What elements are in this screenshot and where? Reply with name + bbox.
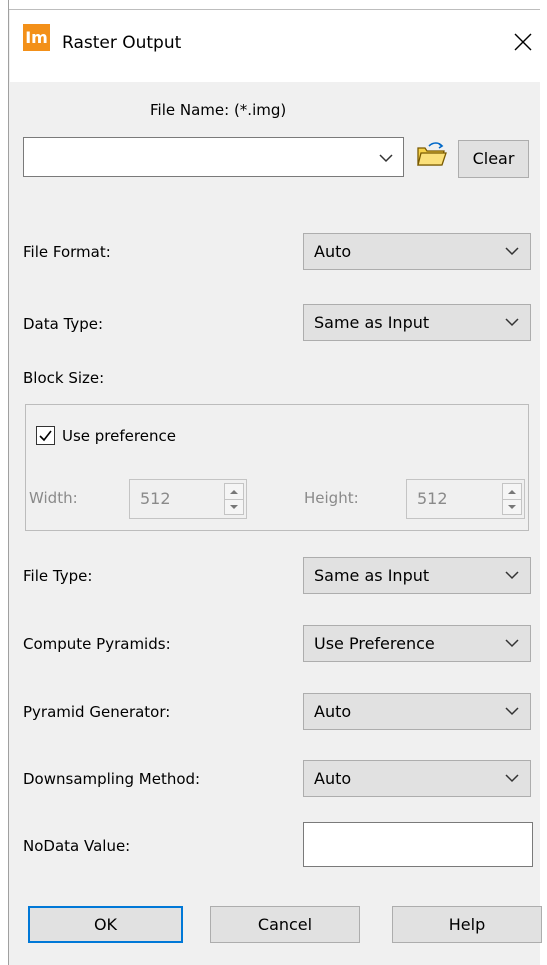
use-preference-label[interactable]: Use preference (62, 427, 176, 445)
pyramid-generator-select[interactable]: Auto (303, 693, 531, 730)
compute-pyramids-select[interactable]: Use Preference (303, 625, 531, 662)
data-type-value: Same as Input (314, 313, 430, 332)
window-title: Raster Output (62, 33, 182, 53)
downsampling-method-select[interactable]: Auto (303, 760, 531, 797)
file-type-value: Same as Input (314, 566, 430, 585)
clear-button[interactable]: Clear (458, 140, 529, 178)
file-name-label: File Name: (*.img) (150, 101, 287, 119)
compute-pyramids-value: Use Preference (314, 634, 435, 653)
spin-down-icon[interactable] (229, 504, 239, 510)
use-preference-checkbox[interactable] (36, 426, 55, 445)
file-type-label: File Type: (23, 567, 93, 585)
app-logo-icon: Im (23, 24, 50, 51)
file-format-value: Auto (314, 242, 352, 261)
compute-pyramids-label: Compute Pyramids: (23, 635, 171, 653)
height-value: 512 (417, 489, 448, 508)
spin-up-icon[interactable] (229, 489, 239, 495)
height-spinner-arrows[interactable] (502, 483, 522, 515)
nodata-value-input[interactable] (303, 822, 533, 867)
downsampling-method-label: Downsampling Method: (23, 770, 201, 788)
help-button[interactable]: Help (392, 906, 542, 943)
file-format-label: File Format: (23, 243, 111, 261)
chevron-down-icon (505, 247, 519, 256)
chevron-down-icon[interactable] (378, 153, 394, 163)
file-format-select[interactable]: Auto (303, 233, 531, 270)
window-frame-left (0, 0, 9, 965)
spin-down-icon[interactable] (507, 504, 517, 510)
nodata-value-label: NoData Value: (23, 837, 131, 855)
data-type-label: Data Type: (23, 315, 104, 333)
data-type-select[interactable]: Same as Input (303, 304, 531, 341)
file-type-select[interactable]: Same as Input (303, 557, 531, 594)
ok-button[interactable]: OK (28, 906, 183, 943)
open-folder-icon[interactable] (415, 141, 448, 169)
pyramid-generator-label: Pyramid Generator: (23, 703, 171, 721)
close-icon (514, 33, 532, 51)
height-label: Height: (304, 489, 359, 507)
chevron-down-icon (505, 318, 519, 327)
height-spinbox[interactable]: 512 (406, 479, 525, 519)
width-spinbox[interactable]: 512 (129, 479, 247, 519)
window-frame-right (540, 0, 547, 965)
chevron-down-icon (505, 707, 519, 716)
spin-up-icon[interactable] (507, 489, 517, 495)
window-frame-top (0, 0, 547, 9)
width-spinner-arrows[interactable] (224, 483, 244, 515)
close-button[interactable] (505, 24, 541, 60)
block-size-label: Block Size: (23, 369, 105, 387)
chevron-down-icon (505, 571, 519, 580)
pyramid-generator-value: Auto (314, 702, 352, 721)
downsampling-method-value: Auto (314, 769, 352, 788)
width-value: 512 (140, 489, 171, 508)
width-label: Width: (29, 489, 78, 507)
chevron-down-icon (505, 774, 519, 783)
checkmark-icon (39, 430, 52, 442)
file-name-combobox[interactable] (23, 137, 404, 177)
chevron-down-icon (505, 639, 519, 648)
cancel-button[interactable]: Cancel (210, 906, 360, 943)
